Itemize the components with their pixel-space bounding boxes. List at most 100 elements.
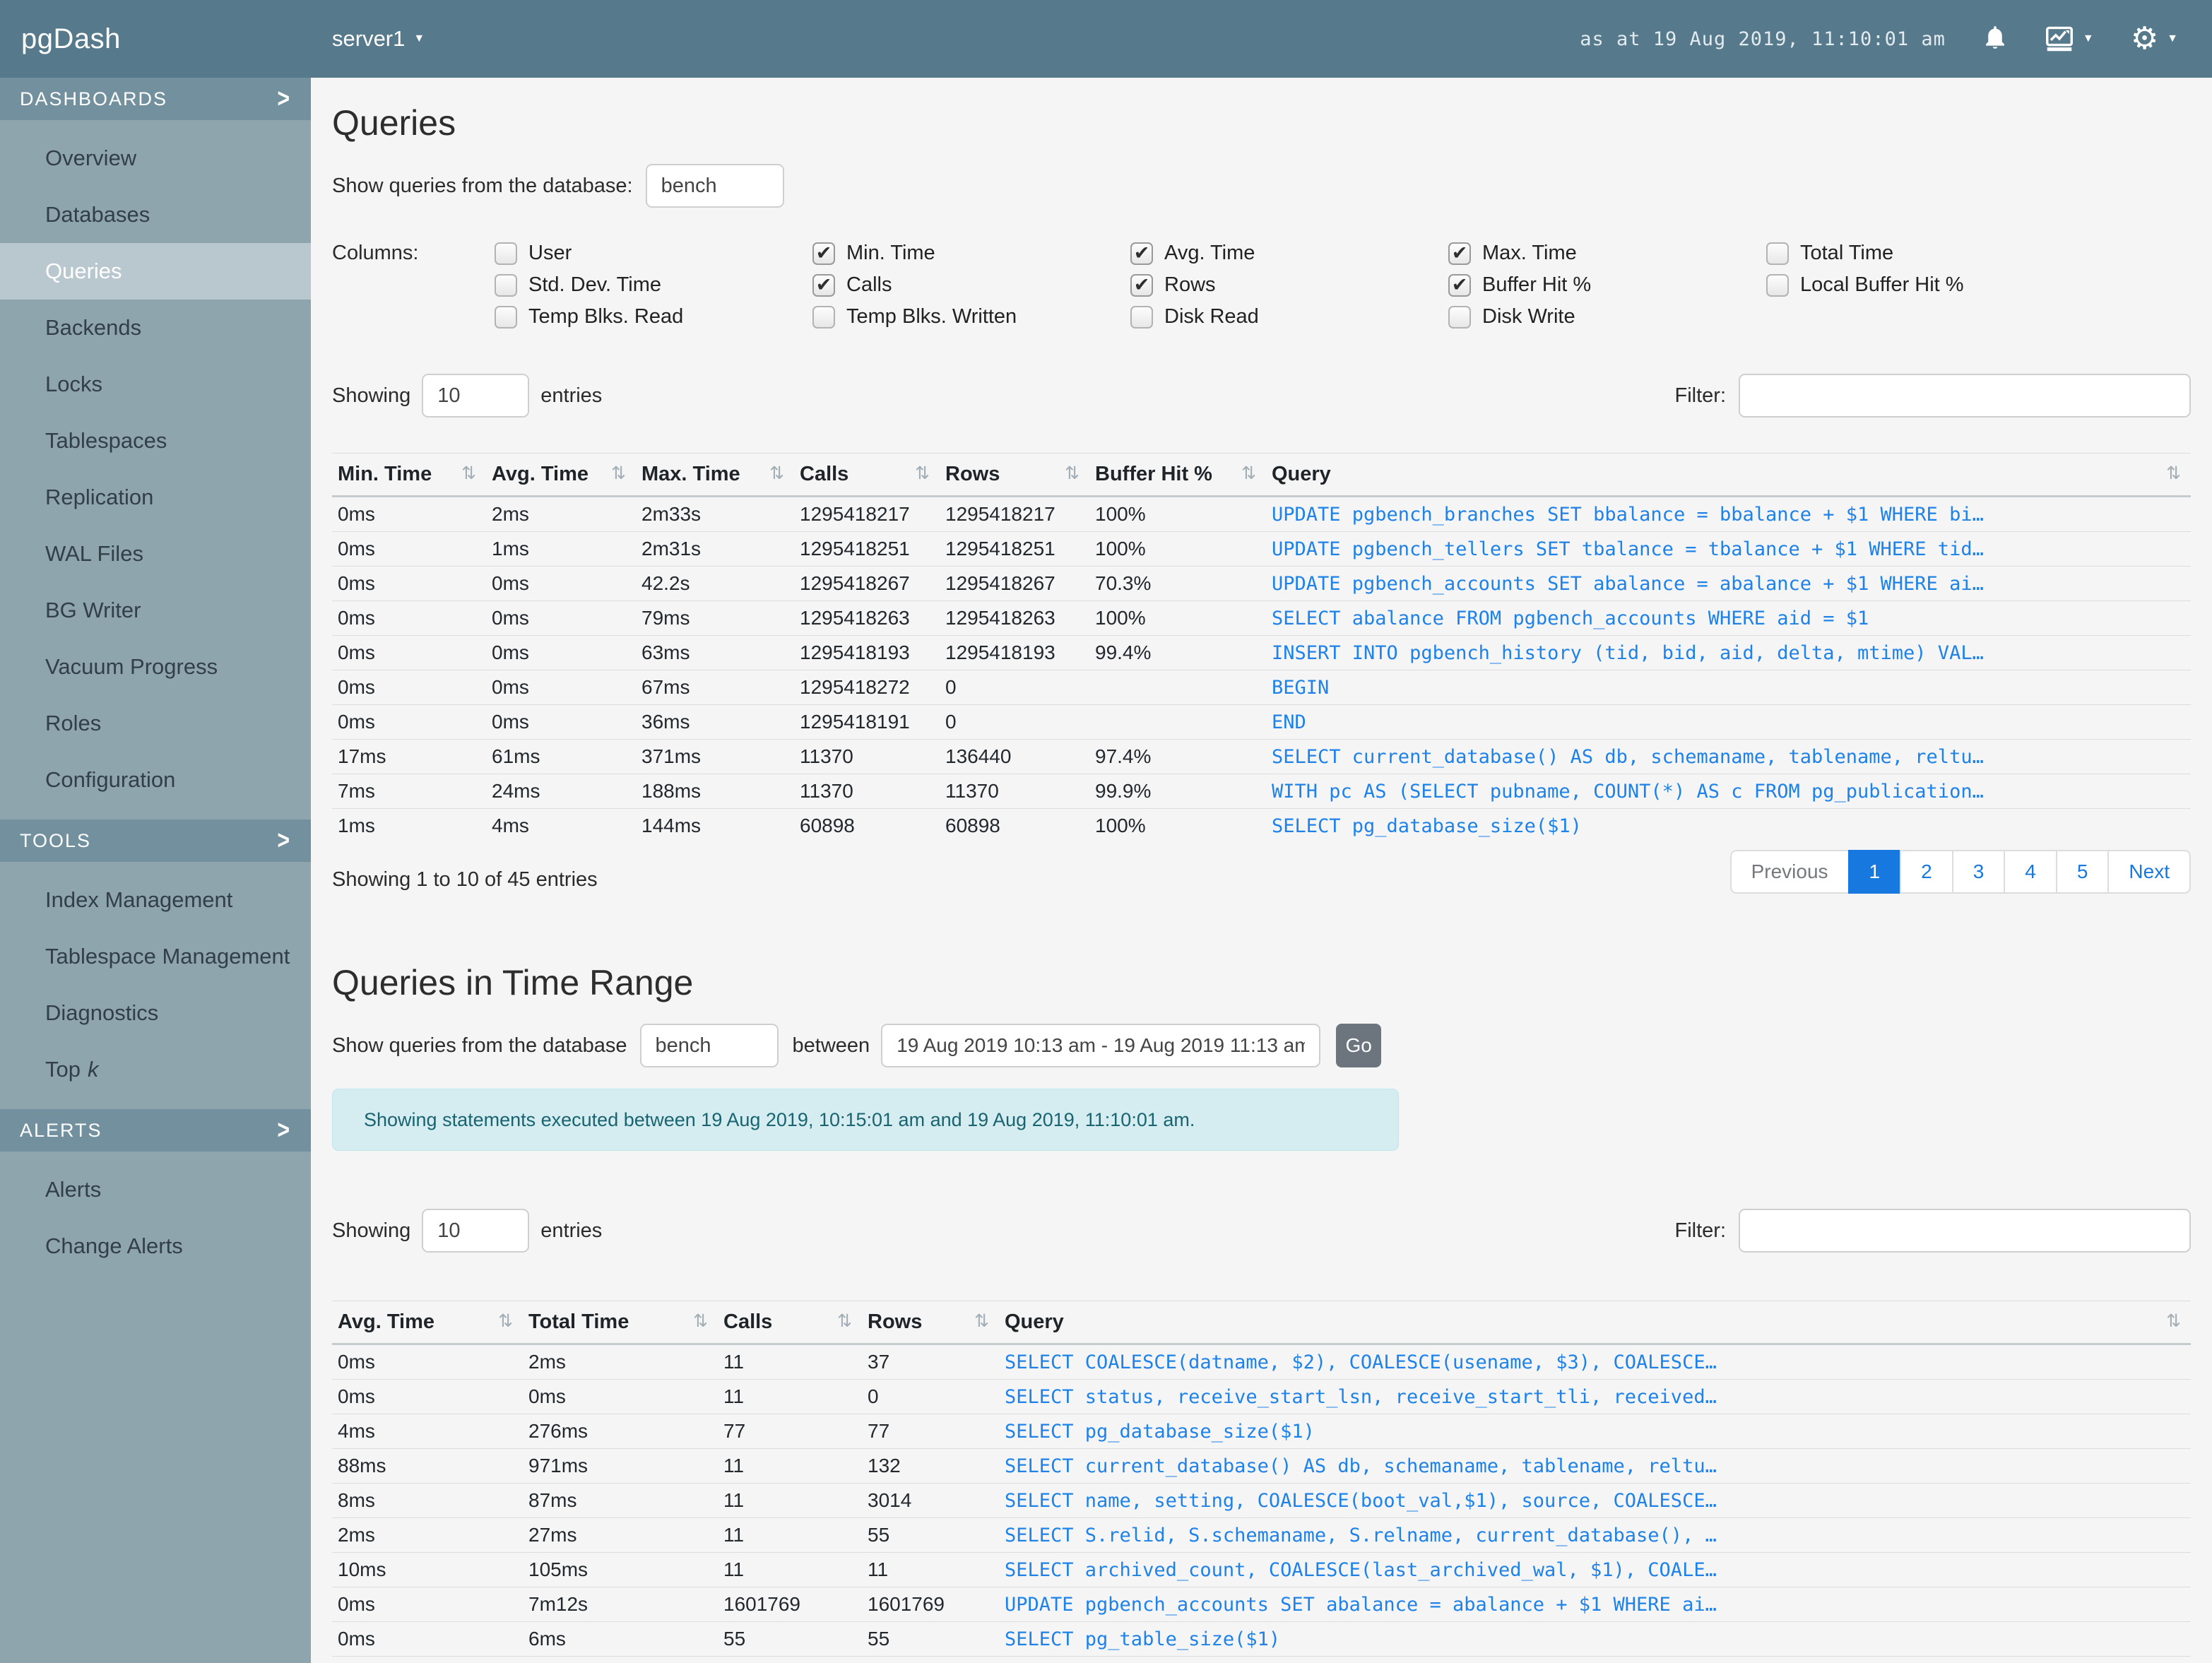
entries-count-input[interactable] (422, 374, 530, 418)
settings-menu[interactable]: ⚙ ▼ (2131, 23, 2178, 54)
server-selector[interactable]: server1 ▼ (311, 26, 425, 52)
go-button[interactable]: Go (1336, 1024, 1382, 1067)
query-link[interactable]: UPDATE pgbench_accounts SET abalance = a… (1266, 567, 2191, 601)
sidebar-item-overview[interactable]: Overview (0, 130, 311, 187)
column-header-calls[interactable]: Calls ⇅ (718, 1301, 862, 1344)
query-link[interactable]: INSERT INTO pgbench_history (tid, bid, a… (1266, 636, 2191, 670)
column-toggle-temp-blks-written[interactable]: Temp Blks. Written (812, 301, 1130, 333)
page-4[interactable]: 4 (2004, 850, 2057, 894)
sort-icon[interactable]: ⇅ (1241, 463, 1256, 483)
column-toggle-avg-time[interactable]: ✔ Avg. Time (1130, 237, 1448, 269)
time-range-input[interactable] (881, 1024, 1321, 1067)
query-link[interactable]: WITH pc AS (SELECT pubname, COUNT(*) AS … (1266, 774, 2191, 809)
column-toggle-disk-read[interactable]: Disk Read (1130, 301, 1448, 333)
sidebar-item-tablespaces[interactable]: Tablespaces (0, 413, 311, 469)
sidebar-item-roles[interactable]: Roles (0, 695, 311, 752)
sidebar-item-wal-files[interactable]: WAL Files (0, 526, 311, 582)
sort-icon[interactable]: ⇅ (1065, 463, 1080, 483)
page-2[interactable]: 2 (1900, 850, 1953, 894)
sidebar-item-vacuum-progress[interactable]: Vacuum Progress (0, 639, 311, 695)
checkbox-checked-icon[interactable]: ✔ (1448, 242, 1471, 265)
sort-icon[interactable]: ⇅ (2166, 463, 2181, 483)
sort-icon[interactable]: ⇅ (2166, 1310, 2181, 1331)
sidebar-section-dashboards[interactable]: DASHBOARDS > (0, 78, 311, 120)
checkbox-unchecked-icon[interactable] (1448, 305, 1471, 329)
sidebar-item-alerts[interactable]: Alerts (0, 1161, 311, 1218)
column-toggle-total-time[interactable]: Total Time (1766, 237, 2084, 269)
app-logo[interactable]: pgDash (0, 23, 311, 55)
checkbox-checked-icon[interactable]: ✔ (1130, 273, 1153, 297)
sort-icon[interactable]: ⇅ (693, 1310, 708, 1331)
sidebar-item-backends[interactable]: Backends (0, 300, 311, 356)
checkbox-unchecked-icon[interactable] (1766, 242, 1789, 265)
sidebar-item-replication[interactable]: Replication (0, 469, 311, 526)
checkbox-checked-icon[interactable]: ✔ (812, 273, 835, 297)
query-link[interactable]: SELECT COALESCE(datname, $2), COALESCE(u… (999, 1344, 2191, 1380)
sort-icon[interactable]: ⇅ (769, 463, 784, 483)
query-link[interactable]: SELECT checkpoints_timed, checkpoints_re… (999, 1657, 2191, 1663)
query-link[interactable]: SELECT pg_database_size($1) (1266, 809, 2191, 844)
column-header-query[interactable]: Query ⇅ (1266, 454, 2191, 497)
page-previous[interactable]: Previous (1729, 850, 1850, 894)
checkbox-unchecked-icon[interactable] (495, 305, 517, 329)
query-link[interactable]: SELECT name, setting, COALESCE(boot_val,… (999, 1484, 2191, 1518)
column-header-buffer-hit[interactable]: Buffer Hit % ⇅ (1089, 454, 1266, 497)
column-toggle-std-dev-time[interactable]: Std. Dev. Time (495, 269, 812, 301)
sort-icon[interactable]: ⇅ (915, 463, 930, 483)
column-toggle-local-buffer-hit[interactable]: Local Buffer Hit % (1766, 269, 2084, 301)
sidebar-item-tablespace-management[interactable]: Tablespace Management (0, 928, 311, 985)
column-header-rows[interactable]: Rows ⇅ (940, 454, 1089, 497)
sort-icon[interactable]: ⇅ (461, 463, 476, 483)
sidebar-section-alerts[interactable]: ALERTS > (0, 1109, 311, 1152)
query-link[interactable]: SELECT status, receive_start_lsn, receiv… (999, 1380, 2191, 1414)
charts-menu[interactable]: ▼ (2045, 25, 2094, 52)
sidebar-item-index-management[interactable]: Index Management (0, 872, 311, 928)
sidebar-section-tools[interactable]: TOOLS > (0, 819, 311, 862)
sort-icon[interactable]: ⇅ (498, 1310, 513, 1331)
column-header-rows[interactable]: Rows ⇅ (862, 1301, 999, 1344)
database-input[interactable] (645, 164, 784, 208)
query-link[interactable]: SELECT pg_database_size($1) (999, 1414, 2191, 1449)
column-toggle-temp-blks-read[interactable]: Temp Blks. Read (495, 301, 812, 333)
query-link[interactable]: UPDATE pgbench_branches SET bbalance = b… (1266, 497, 2191, 532)
sort-icon[interactable]: ⇅ (837, 1310, 852, 1331)
column-toggle-calls[interactable]: ✔ Calls (812, 269, 1130, 301)
column-toggle-max-time[interactable]: ✔ Max. Time (1448, 237, 1766, 269)
column-toggle-rows[interactable]: ✔ Rows (1130, 269, 1448, 301)
column-toggle-buffer-hit[interactable]: ✔ Buffer Hit % (1448, 269, 1766, 301)
query-link[interactable]: SELECT current_database() AS db, scheman… (1266, 740, 2191, 774)
page-1[interactable]: 1 (1847, 850, 1902, 894)
sidebar-item-databases[interactable]: Databases (0, 187, 311, 243)
page-next[interactable]: Next (2107, 850, 2191, 894)
query-link[interactable]: SELECT S.relid, S.schemaname, S.relname,… (999, 1518, 2191, 1553)
query-link[interactable]: SELECT pg_table_size($1) (999, 1622, 2191, 1657)
sidebar-item-queries[interactable]: Queries (0, 243, 311, 300)
sidebar-item-diagnostics[interactable]: Diagnostics (0, 985, 311, 1041)
sidebar-item-configuration[interactable]: Configuration (0, 752, 311, 808)
column-toggle-user[interactable]: User (495, 237, 812, 269)
query-link[interactable]: SELECT abalance FROM pgbench_accounts WH… (1266, 601, 2191, 636)
column-header-avg-time[interactable]: Avg. Time ⇅ (332, 1301, 523, 1344)
column-header-avg-time[interactable]: Avg. Time ⇅ (486, 454, 636, 497)
sort-icon[interactable]: ⇅ (611, 463, 626, 483)
checkbox-unchecked-icon[interactable] (1130, 305, 1153, 329)
column-header-min-time[interactable]: Min. Time ⇅ (332, 454, 486, 497)
checkbox-unchecked-icon[interactable] (495, 242, 517, 265)
sidebar-item-bg-writer[interactable]: BG Writer (0, 582, 311, 639)
filter-input[interactable] (1739, 374, 2191, 418)
page-5[interactable]: 5 (2055, 850, 2110, 894)
bell-icon[interactable] (1982, 25, 2008, 53)
entries-count-input-2[interactable] (422, 1209, 530, 1253)
sidebar-item-change-alerts[interactable]: Change Alerts (0, 1218, 311, 1274)
query-link[interactable]: SELECT archived_count, COALESCE(last_arc… (999, 1553, 2191, 1587)
column-header-calls[interactable]: Calls ⇅ (794, 454, 940, 497)
page-3[interactable]: 3 (1951, 850, 2006, 894)
query-link[interactable]: UPDATE pgbench_accounts SET abalance = a… (999, 1587, 2191, 1622)
column-header-total-time[interactable]: Total Time ⇅ (523, 1301, 718, 1344)
checkbox-unchecked-icon[interactable] (495, 273, 517, 297)
sort-icon[interactable]: ⇅ (974, 1310, 989, 1331)
checkbox-unchecked-icon[interactable] (1766, 273, 1789, 297)
checkbox-checked-icon[interactable]: ✔ (1130, 242, 1153, 265)
database-input-2[interactable] (639, 1024, 779, 1067)
query-link[interactable]: UPDATE pgbench_tellers SET tbalance = tb… (1266, 532, 2191, 567)
